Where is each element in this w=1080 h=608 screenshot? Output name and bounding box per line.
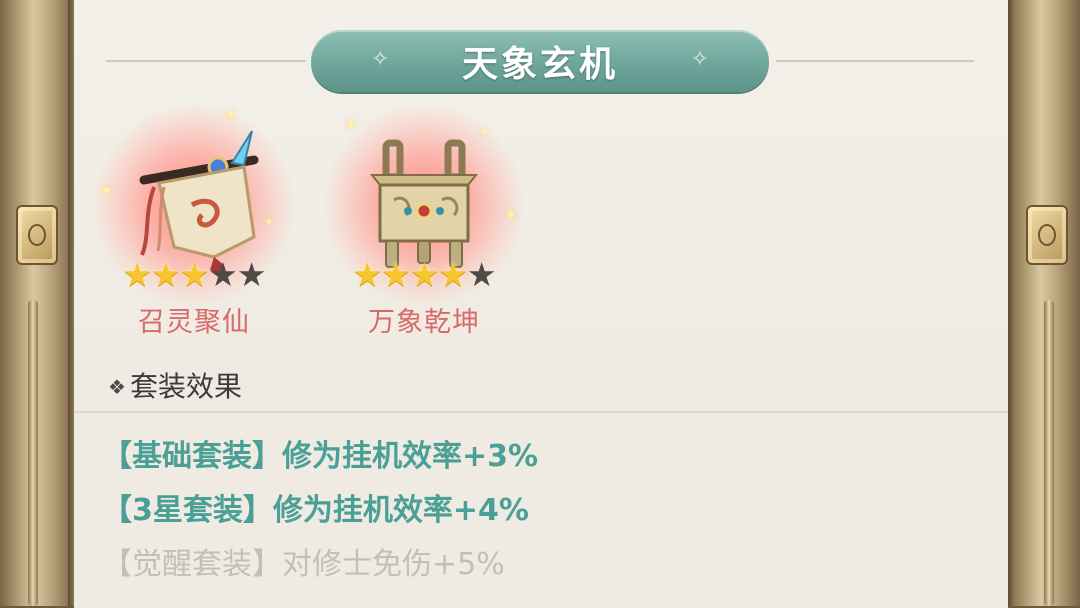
star-rating: ★★★★★ <box>304 258 544 291</box>
effect-text: 对修士免伤+5% <box>282 547 505 582</box>
effect-tag: 【觉醒套装】 <box>102 547 282 582</box>
set-effect-row-locked: 【觉醒套装】对修士免伤+5% <box>102 539 505 583</box>
sparkle-icon: ✦ <box>224 105 238 124</box>
star-empty-icon: ★ <box>236 255 267 294</box>
treasure-item-2[interactable]: ✦ ✦ ✦ ★★★★★ 万象乾坤 <box>304 95 544 345</box>
star-empty-icon: ★ <box>208 255 238 294</box>
star-filled-icon: ★ <box>179 255 210 294</box>
right-ornament-icon <box>1026 205 1068 265</box>
treasure-item-1[interactable]: ✦ ✦ ✦ ★★★★★ 召灵聚仙 <box>74 95 314 345</box>
star-filled-icon: ★ <box>122 255 153 294</box>
set-effect-title: 套装效果 <box>129 370 242 403</box>
star-filled-icon: ★ <box>352 255 383 294</box>
page-title: 天象玄机 <box>461 44 618 85</box>
item-name: 召灵聚仙 <box>138 307 250 338</box>
star-filled-icon: ★ <box>409 255 440 294</box>
set-effect-list: 【基础套装】修为挂机效率+3% 【3星套装】修为挂机效率+4% 【觉醒套装】对修… <box>74 411 1008 608</box>
diamond-ornament-icon: ✧ <box>371 47 390 72</box>
set-effect-row: 【3星套装】修为挂机效率+4% <box>102 485 529 529</box>
diamond-bullet-icon: ❖ <box>108 375 126 399</box>
summon-banner-icon <box>139 130 259 275</box>
item-name: 万象乾坤 <box>368 307 480 338</box>
right-frame-rail <box>1044 300 1054 606</box>
title-banner: ✧ 天象玄机 ✧ <box>311 30 769 92</box>
star-filled-icon: ★ <box>381 255 411 294</box>
star-filled-icon: ★ <box>151 255 181 294</box>
title-divider-left <box>106 60 306 62</box>
sparkle-icon: ✦ <box>504 205 518 224</box>
left-frame <box>0 0 74 606</box>
effect-text: 修为挂机效率+4% <box>272 493 529 528</box>
sparkle-icon: ✦ <box>100 181 114 200</box>
set-effect-row: 【基础套装】修为挂机效率+3% <box>102 431 538 475</box>
star-rating: ★★★★★ <box>74 258 314 291</box>
effect-tag: 【3星套装】 <box>102 493 273 528</box>
left-ornament-icon <box>16 205 58 265</box>
title-divider-right <box>776 60 974 62</box>
left-frame-rail <box>28 300 38 606</box>
effect-tag: 【基础套装】 <box>102 439 282 474</box>
effect-text: 修为挂机效率+3% <box>282 439 539 474</box>
star-empty-icon: ★ <box>466 255 497 294</box>
diamond-ornament-icon: ✧ <box>690 47 709 72</box>
right-frame <box>1008 0 1080 606</box>
star-filled-icon: ★ <box>438 255 468 294</box>
set-info-panel: ✧ 天象玄机 ✧ ✦ ✦ ✦ ★★★★★ 召灵聚仙 ✦ ✦ ✦ ★★★★★ 万象… <box>74 0 1008 608</box>
cauldron-icon <box>369 139 479 268</box>
set-effect-heading: ❖ 套装效果 <box>108 365 242 405</box>
